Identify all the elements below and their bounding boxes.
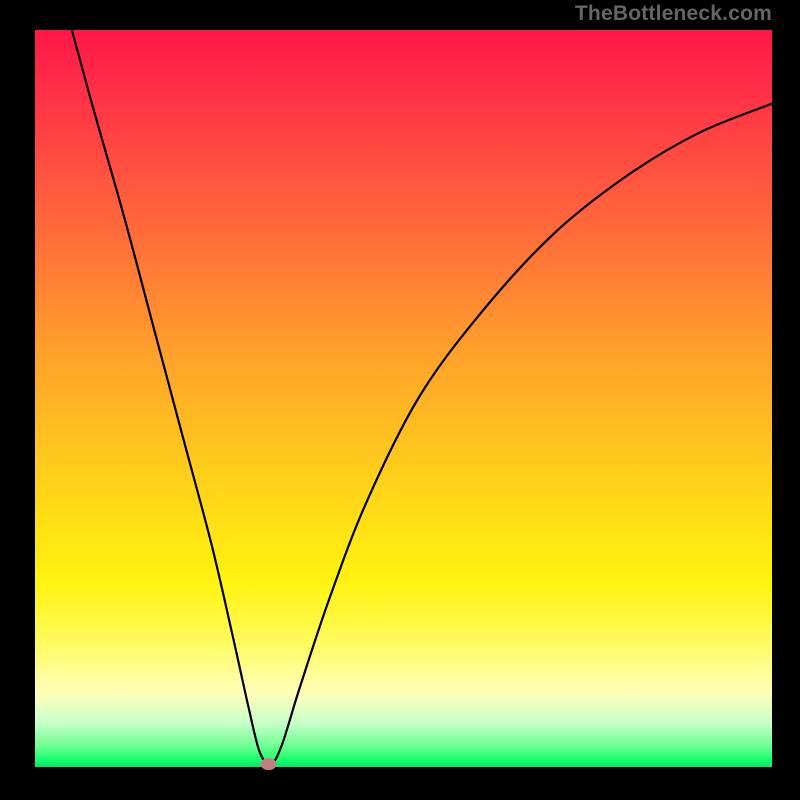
minimum-marker bbox=[261, 758, 277, 770]
curve-svg bbox=[35, 30, 772, 767]
bottleneck-curve bbox=[72, 30, 772, 764]
branding-label: TheBottleneck.com bbox=[575, 2, 772, 26]
chart-canvas: TheBottleneck.com bbox=[0, 0, 800, 800]
plot-area bbox=[35, 30, 772, 767]
